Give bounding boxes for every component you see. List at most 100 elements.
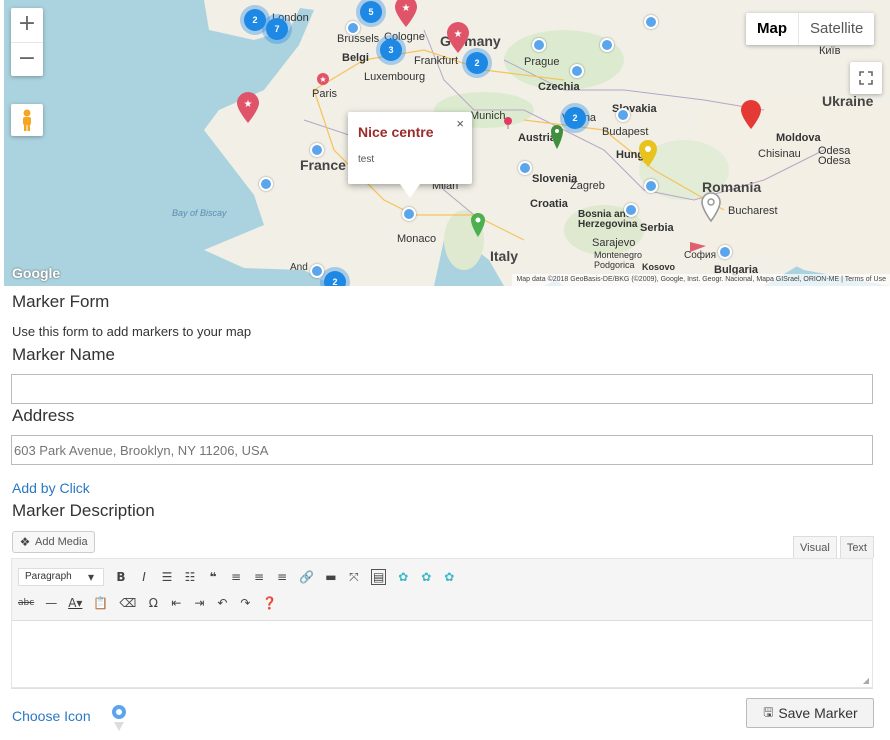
- label-moldova: Moldova: [776, 132, 821, 144]
- floppy-disk-icon: 🖫: [763, 704, 774, 719]
- plugin-icon[interactable]: ✿: [397, 570, 409, 584]
- toolbar-toggle-icon[interactable]: ▤: [370, 569, 387, 585]
- svg-text:★: ★: [319, 75, 326, 84]
- red-star-pin-icon[interactable]: ★: [236, 92, 260, 124]
- map-marker-icon[interactable]: [259, 177, 273, 191]
- selected-marker-icon[interactable]: [109, 702, 129, 732]
- map-marker-icon[interactable]: [644, 15, 658, 29]
- blockquote-icon[interactable]: ❝: [207, 570, 219, 584]
- indent-icon[interactable]: ⇥: [193, 596, 205, 610]
- add-media-button[interactable]: ❖ Add Media: [12, 531, 95, 553]
- map-marker-icon[interactable]: [402, 207, 416, 221]
- undo-icon[interactable]: ↶: [216, 596, 228, 610]
- map-attribution[interactable]: Map data ©2018 GeoBasis-DE/BKG (©2009), …: [512, 274, 890, 286]
- tab-visual[interactable]: Visual: [793, 536, 837, 558]
- green-pin-icon[interactable]: [550, 124, 564, 150]
- tab-text[interactable]: Text: [839, 536, 874, 558]
- close-icon[interactable]: ×: [456, 116, 464, 131]
- fullscreen-icon[interactable]: [850, 62, 882, 94]
- map-marker-icon[interactable]: [310, 143, 324, 157]
- map-type-control: Map Satellite: [746, 13, 875, 45]
- plugin-icon[interactable]: ✿: [443, 570, 455, 584]
- info-window-title: Nice centre: [358, 124, 434, 140]
- label-italy: Italy: [490, 248, 519, 264]
- zoom-out-button[interactable]: −: [11, 42, 43, 76]
- align-right-icon[interactable]: ≡: [276, 570, 288, 584]
- map-view[interactable]: Germany France Italy Romania Ukraine Pra…: [4, 0, 890, 286]
- bold-icon[interactable]: B: [115, 570, 127, 584]
- red-flag-icon[interactable]: [688, 240, 708, 254]
- marker-cluster[interactable]: 3: [380, 39, 402, 61]
- redo-icon[interactable]: ↷: [239, 596, 251, 610]
- help-icon[interactable]: ❓: [262, 596, 277, 610]
- label-podgorica: Podgorica: [594, 260, 635, 270]
- resize-handle-icon[interactable]: ◢: [863, 676, 869, 685]
- map-type-satellite-button[interactable]: Satellite: [798, 13, 874, 45]
- svg-text:★: ★: [244, 99, 253, 110]
- format-select[interactable]: Paragraph ▾: [18, 568, 104, 586]
- google-logo: Google: [12, 265, 61, 281]
- map-marker-icon[interactable]: [346, 21, 360, 35]
- align-center-icon[interactable]: ≡: [253, 570, 265, 584]
- italic-icon[interactable]: I: [138, 570, 150, 584]
- map-marker-icon[interactable]: [600, 38, 614, 52]
- editor-tabs: Visual Text: [793, 536, 874, 558]
- text-color-icon[interactable]: A▾: [68, 596, 82, 610]
- map-marker-icon[interactable]: [518, 161, 532, 175]
- plugin-icon[interactable]: ✿: [420, 570, 432, 584]
- format-select-value: Paragraph: [25, 571, 72, 582]
- fullscreen-icon[interactable]: ⤧: [348, 570, 360, 585]
- marker-cluster[interactable]: 2: [324, 271, 346, 286]
- strikethrough-icon[interactable]: abc: [18, 598, 34, 608]
- divider: [11, 688, 873, 689]
- map-marker-icon[interactable]: [644, 179, 658, 193]
- marker-cluster[interactable]: 2: [244, 9, 266, 31]
- map-marker-icon[interactable]: [310, 264, 324, 278]
- yellow-pin-icon[interactable]: [638, 140, 658, 168]
- map-type-map-button[interactable]: Map: [746, 13, 798, 45]
- label-montenegro: Montenegro: [594, 250, 643, 260]
- map-marker-icon[interactable]: [570, 64, 584, 78]
- marker-cluster[interactable]: 7: [266, 18, 288, 40]
- map-marker-icon[interactable]: [532, 38, 546, 52]
- label-chisinau: Chisinau: [758, 148, 801, 160]
- link-icon[interactable]: 🔗: [299, 570, 314, 584]
- pushpin-icon[interactable]: [502, 116, 514, 130]
- label-ukraine: Ukraine: [822, 93, 874, 109]
- add-by-click-link[interactable]: Add by Click: [12, 480, 90, 496]
- outdent-icon[interactable]: ⇤: [170, 596, 182, 610]
- horizontal-line-icon[interactable]: —: [45, 596, 57, 610]
- special-character-icon[interactable]: Ω: [147, 596, 159, 610]
- address-input[interactable]: [11, 435, 873, 465]
- map-marker-icon[interactable]: [616, 108, 630, 122]
- marker-cluster[interactable]: 2: [564, 107, 586, 129]
- gray-pin-icon[interactable]: [700, 192, 722, 222]
- marker-cluster[interactable]: 2: [466, 52, 488, 74]
- label-sarajevo: Sarajevo: [592, 237, 636, 249]
- map-marker-icon[interactable]: [624, 203, 638, 217]
- numbered-list-icon[interactable]: ☷: [184, 570, 196, 584]
- map-marker-icon[interactable]: [718, 245, 732, 259]
- marker-name-label: Marker Name: [12, 345, 115, 364]
- street-view-pegman-icon[interactable]: [11, 104, 43, 136]
- bullet-list-icon[interactable]: ☰: [161, 570, 173, 584]
- marker-cluster[interactable]: 5: [360, 1, 382, 23]
- save-marker-button[interactable]: 🖫 Save Marker: [746, 698, 874, 728]
- red-star-pin-icon[interactable]: ★: [316, 72, 330, 86]
- read-more-icon[interactable]: ▬: [325, 570, 337, 584]
- red-star-pin-icon[interactable]: ★: [394, 0, 418, 28]
- marker-info-window: Nice centre test ×: [348, 112, 472, 198]
- choose-icon-link[interactable]: Choose Icon: [12, 708, 91, 724]
- editor-content-area[interactable]: [12, 621, 872, 671]
- align-left-icon[interactable]: ≡: [230, 570, 242, 584]
- label-prague: Prague: [524, 56, 560, 68]
- red-star-pin-icon[interactable]: ★: [446, 22, 470, 54]
- marker-name-input[interactable]: [11, 374, 873, 404]
- add-media-label: Add Media: [35, 536, 88, 548]
- red-pin-icon[interactable]: [740, 100, 762, 130]
- clear-formatting-icon[interactable]: ⌫: [119, 596, 136, 610]
- paste-text-icon[interactable]: 📋: [93, 596, 108, 610]
- label-brussels: Brussels: [337, 33, 380, 45]
- green-pin-icon[interactable]: [470, 212, 486, 238]
- zoom-in-button[interactable]: +: [11, 8, 43, 42]
